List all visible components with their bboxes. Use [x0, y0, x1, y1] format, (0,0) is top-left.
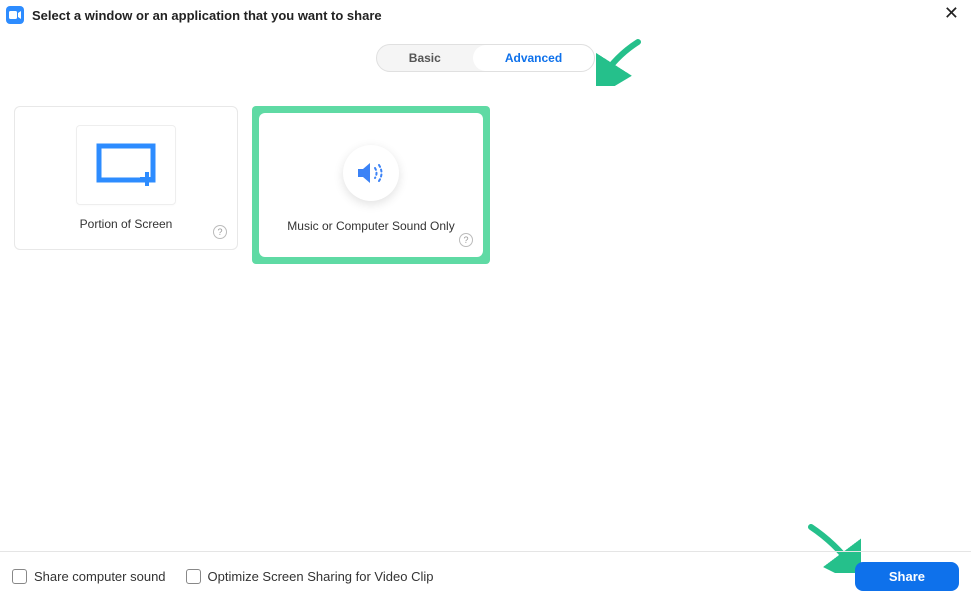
share-button[interactable]: Share [855, 562, 959, 591]
help-icon[interactable]: ? [213, 225, 227, 239]
card-portion-label: Portion of Screen [80, 217, 173, 231]
card-sound-highlight: Music or Computer Sound Only ? [252, 106, 490, 264]
dialog-footer: Share computer sound Optimize Screen Sha… [0, 551, 971, 601]
close-icon[interactable]: ✕ [944, 4, 959, 22]
help-icon[interactable]: ? [459, 233, 473, 247]
dialog-title: Select a window or an application that y… [32, 8, 382, 23]
card-sound-label: Music or Computer Sound Only [287, 219, 454, 233]
card-music-sound-only[interactable]: Music or Computer Sound Only ? [259, 113, 483, 257]
portion-screen-icon [96, 143, 156, 187]
tab-bar: Basic Advanced [0, 44, 971, 72]
card-portion-of-screen[interactable]: Portion of Screen ? [14, 106, 238, 250]
checkbox-icon [12, 569, 27, 584]
checkbox-optimize-video[interactable]: Optimize Screen Sharing for Video Clip [186, 569, 434, 584]
checkbox-share-sound-label: Share computer sound [34, 569, 166, 584]
tab-group: Basic Advanced [376, 44, 595, 72]
sound-icon-circle [343, 145, 399, 201]
card-area: Portion of Screen ? Music or Computer So… [0, 72, 971, 264]
checkbox-icon [186, 569, 201, 584]
tab-basic[interactable]: Basic [377, 45, 473, 71]
dialog-header: Select a window or an application that y… [0, 0, 971, 28]
checkbox-optimize-label: Optimize Screen Sharing for Video Clip [208, 569, 434, 584]
speaker-icon [356, 160, 386, 186]
zoom-icon [6, 6, 24, 24]
checkbox-share-sound[interactable]: Share computer sound [12, 569, 166, 584]
tab-advanced[interactable]: Advanced [473, 45, 594, 71]
portion-of-screen-thumb [76, 125, 176, 205]
